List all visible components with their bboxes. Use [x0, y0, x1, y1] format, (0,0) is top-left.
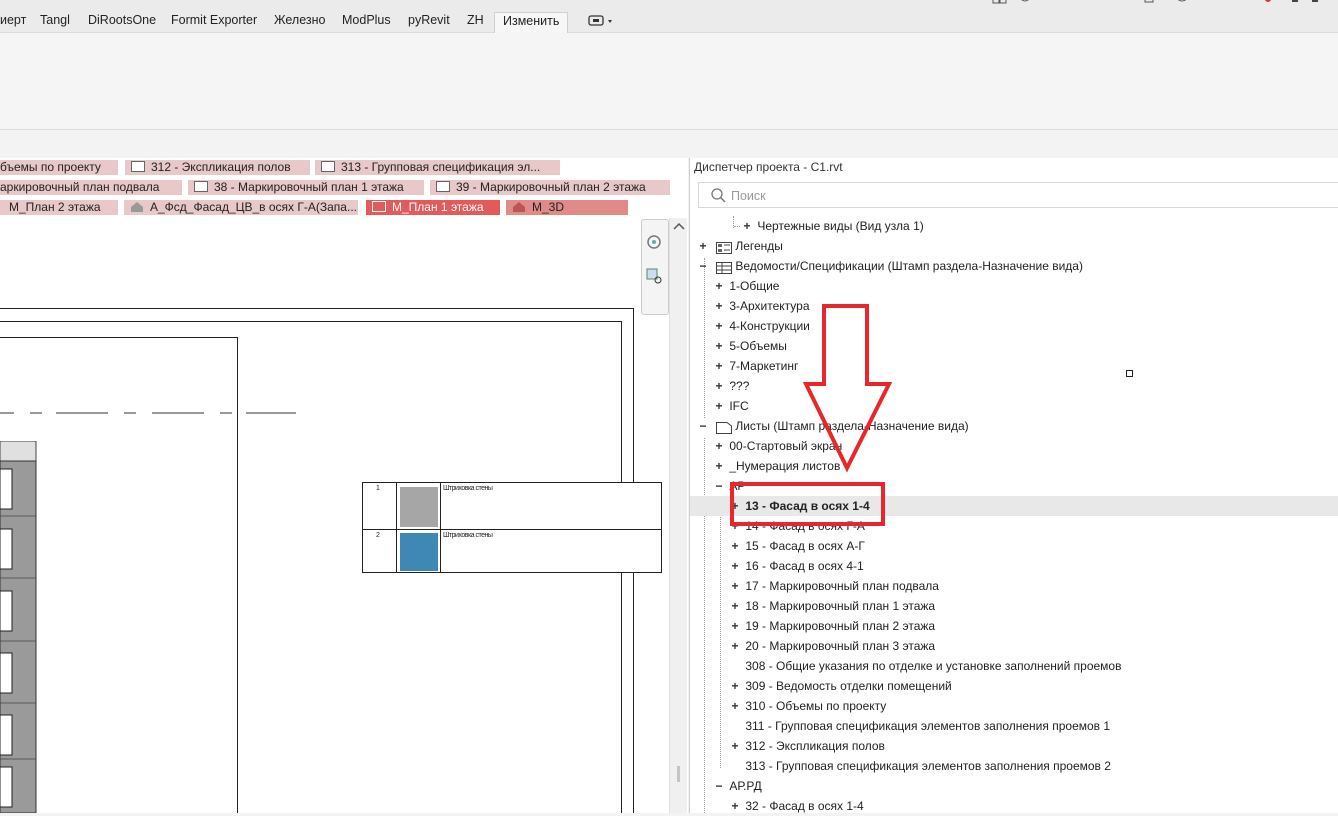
legend-swatch-blue [400, 533, 438, 571]
legend-swatch-gray [400, 487, 438, 527]
tree-item[interactable]: + 309 - Ведомость отделки помещений [728, 676, 951, 696]
tree-item[interactable]: 311 - Групповая спецификация элементов з… [728, 716, 1110, 736]
search-placeholder: Поиск [731, 189, 766, 203]
tree-item[interactable]: + 4-Конструкции [712, 316, 809, 336]
annotation-arrow [802, 304, 893, 473]
tree-item[interactable]: + 7-Маркетинг [712, 356, 798, 376]
tab-modify[interactable]: Изменить [494, 12, 569, 33]
tab-formit-exporter[interactable]: Formit Exporter [171, 13, 257, 27]
legend-table[interactable]: 1 Штриховка стены 2 Штриховка стены [362, 482, 662, 573]
drawing-view[interactable]: бъемы по проекту 312 - Экспликация полов… [0, 158, 688, 813]
sheet-icon [436, 181, 450, 192]
panel-toggle-icon[interactable] [588, 14, 616, 31]
view-tab[interactable]: А_Фсд_Фасад_ЦВ_в осях Г-А(Запа... [124, 200, 358, 215]
ribbon-panel [0, 33, 1338, 130]
sheet-icon [131, 161, 145, 172]
building-facade [0, 441, 37, 813]
legend-col-line [396, 483, 397, 572]
sheet-icon [321, 161, 335, 172]
view-tab[interactable]: аркировочный план подвала [0, 180, 182, 195]
tree-item[interactable]: + 17 - Маркировочный план подвала [728, 576, 938, 596]
legend-row-text: Штриховка стены [443, 532, 493, 539]
tab-zhelezno[interactable]: Железно [274, 13, 325, 27]
3d-view-icon [512, 201, 526, 212]
browser-search-input[interactable]: Поиск [698, 182, 1338, 208]
tree-item[interactable]: + Чертежные виды (Вид узла 1) [734, 216, 924, 236]
browser-title: Диспетчер проекта - C1.rvt [694, 160, 843, 174]
tree-guide [704, 258, 705, 418]
signin-icon[interactable] [990, 0, 1190, 9]
view-tab-active[interactable]: М_План 1 этажа [366, 200, 500, 215]
tab-zh[interactable]: ZH [467, 13, 484, 27]
tree-item[interactable]: + 16 - Фасад в осях 4-1 [728, 556, 863, 576]
view-scrollbar[interactable] [669, 218, 687, 813]
view-tab[interactable]: М_3D [506, 200, 628, 215]
tree-item[interactable]: + 15 - Фасад в осях А-Г [728, 536, 864, 556]
legend-col-line [440, 483, 441, 572]
search-icon [711, 188, 726, 203]
tree-item[interactable]: + Легенды [696, 236, 783, 256]
tree-item[interactable]: + 1-Общие [712, 276, 779, 296]
sheet-icon [194, 181, 208, 192]
tree-item[interactable]: + IFC [712, 396, 748, 416]
tree-guide [720, 498, 721, 768]
view-tab[interactable]: 38 - Маркировочный план 1 этажа [188, 180, 424, 195]
tree-item[interactable]: + ??? [712, 376, 749, 396]
grid-line [0, 412, 296, 414]
elevation-icon [130, 201, 144, 212]
tree-item[interactable]: + 19 - Маркировочный план 2 этажа [728, 616, 935, 636]
legend-row-text: Штриховка стены [443, 485, 493, 492]
view-tab[interactable]: М_План 2 этажа [0, 200, 118, 215]
ribbon-tab-bar: иерт Tangl DiRootsOne Formit Exporter Же… [0, 0, 1338, 33]
tab-modplus[interactable]: ModPlus [342, 13, 391, 27]
navigation-bar [641, 219, 669, 315]
tab-tangl[interactable]: Tangl [40, 13, 70, 27]
legend-divider [363, 529, 661, 530]
tree-item[interactable]: + 312 - Экспликация полов [728, 736, 884, 756]
tree-item[interactable]: + 32 - Фасад в осях 1-4 [728, 796, 863, 816]
view-tab[interactable]: 312 - Экспликация полов [125, 160, 310, 175]
tree-item[interactable]: + 5-Объемы [712, 336, 786, 356]
tree-item[interactable]: − Ведомости/Спецификации (Штамп раздела-… [696, 256, 1083, 276]
tree-item[interactable]: + 310 - Объемы по проекту [728, 696, 886, 716]
annotation-highlight-box [730, 482, 885, 526]
view-tab[interactable]: бъемы по проекту [0, 160, 118, 175]
tree-item[interactable]: − АР.РД [712, 776, 761, 796]
tree-item[interactable]: + 18 - Маркировочный план 1 этажа [728, 596, 935, 616]
plan-icon [372, 201, 386, 212]
tree-item[interactable]: 313 - Групповая спецификация элементов з… [728, 756, 1111, 776]
tree-item[interactable]: + 20 - Маркировочный план 3 этажа [728, 636, 935, 656]
legend-row-number: 2 [376, 532, 380, 539]
resize-handle[interactable] [1126, 370, 1133, 377]
tab-dirootsone[interactable]: DiRootsOne [88, 13, 156, 27]
view-tab[interactable]: 313 - Групповая спецификация эл... [315, 160, 560, 175]
view-tab[interactable]: 39 - Маркировочный план 2 этажа [430, 180, 670, 195]
tree-guide [704, 438, 705, 813]
tree-item[interactable]: 308 - Общие указания по отделке и устано… [728, 656, 1121, 676]
tab-import[interactable]: иерт [0, 13, 26, 27]
legend-row-number: 1 [376, 485, 380, 492]
tree-item[interactable]: + 3-Архитектура [712, 296, 809, 316]
zoom-icon[interactable] [646, 268, 664, 289]
tab-pyrevit[interactable]: pyRevit [408, 13, 450, 27]
notification-icon[interactable] [1262, 0, 1322, 10]
steering-wheel-icon[interactable] [646, 234, 664, 255]
